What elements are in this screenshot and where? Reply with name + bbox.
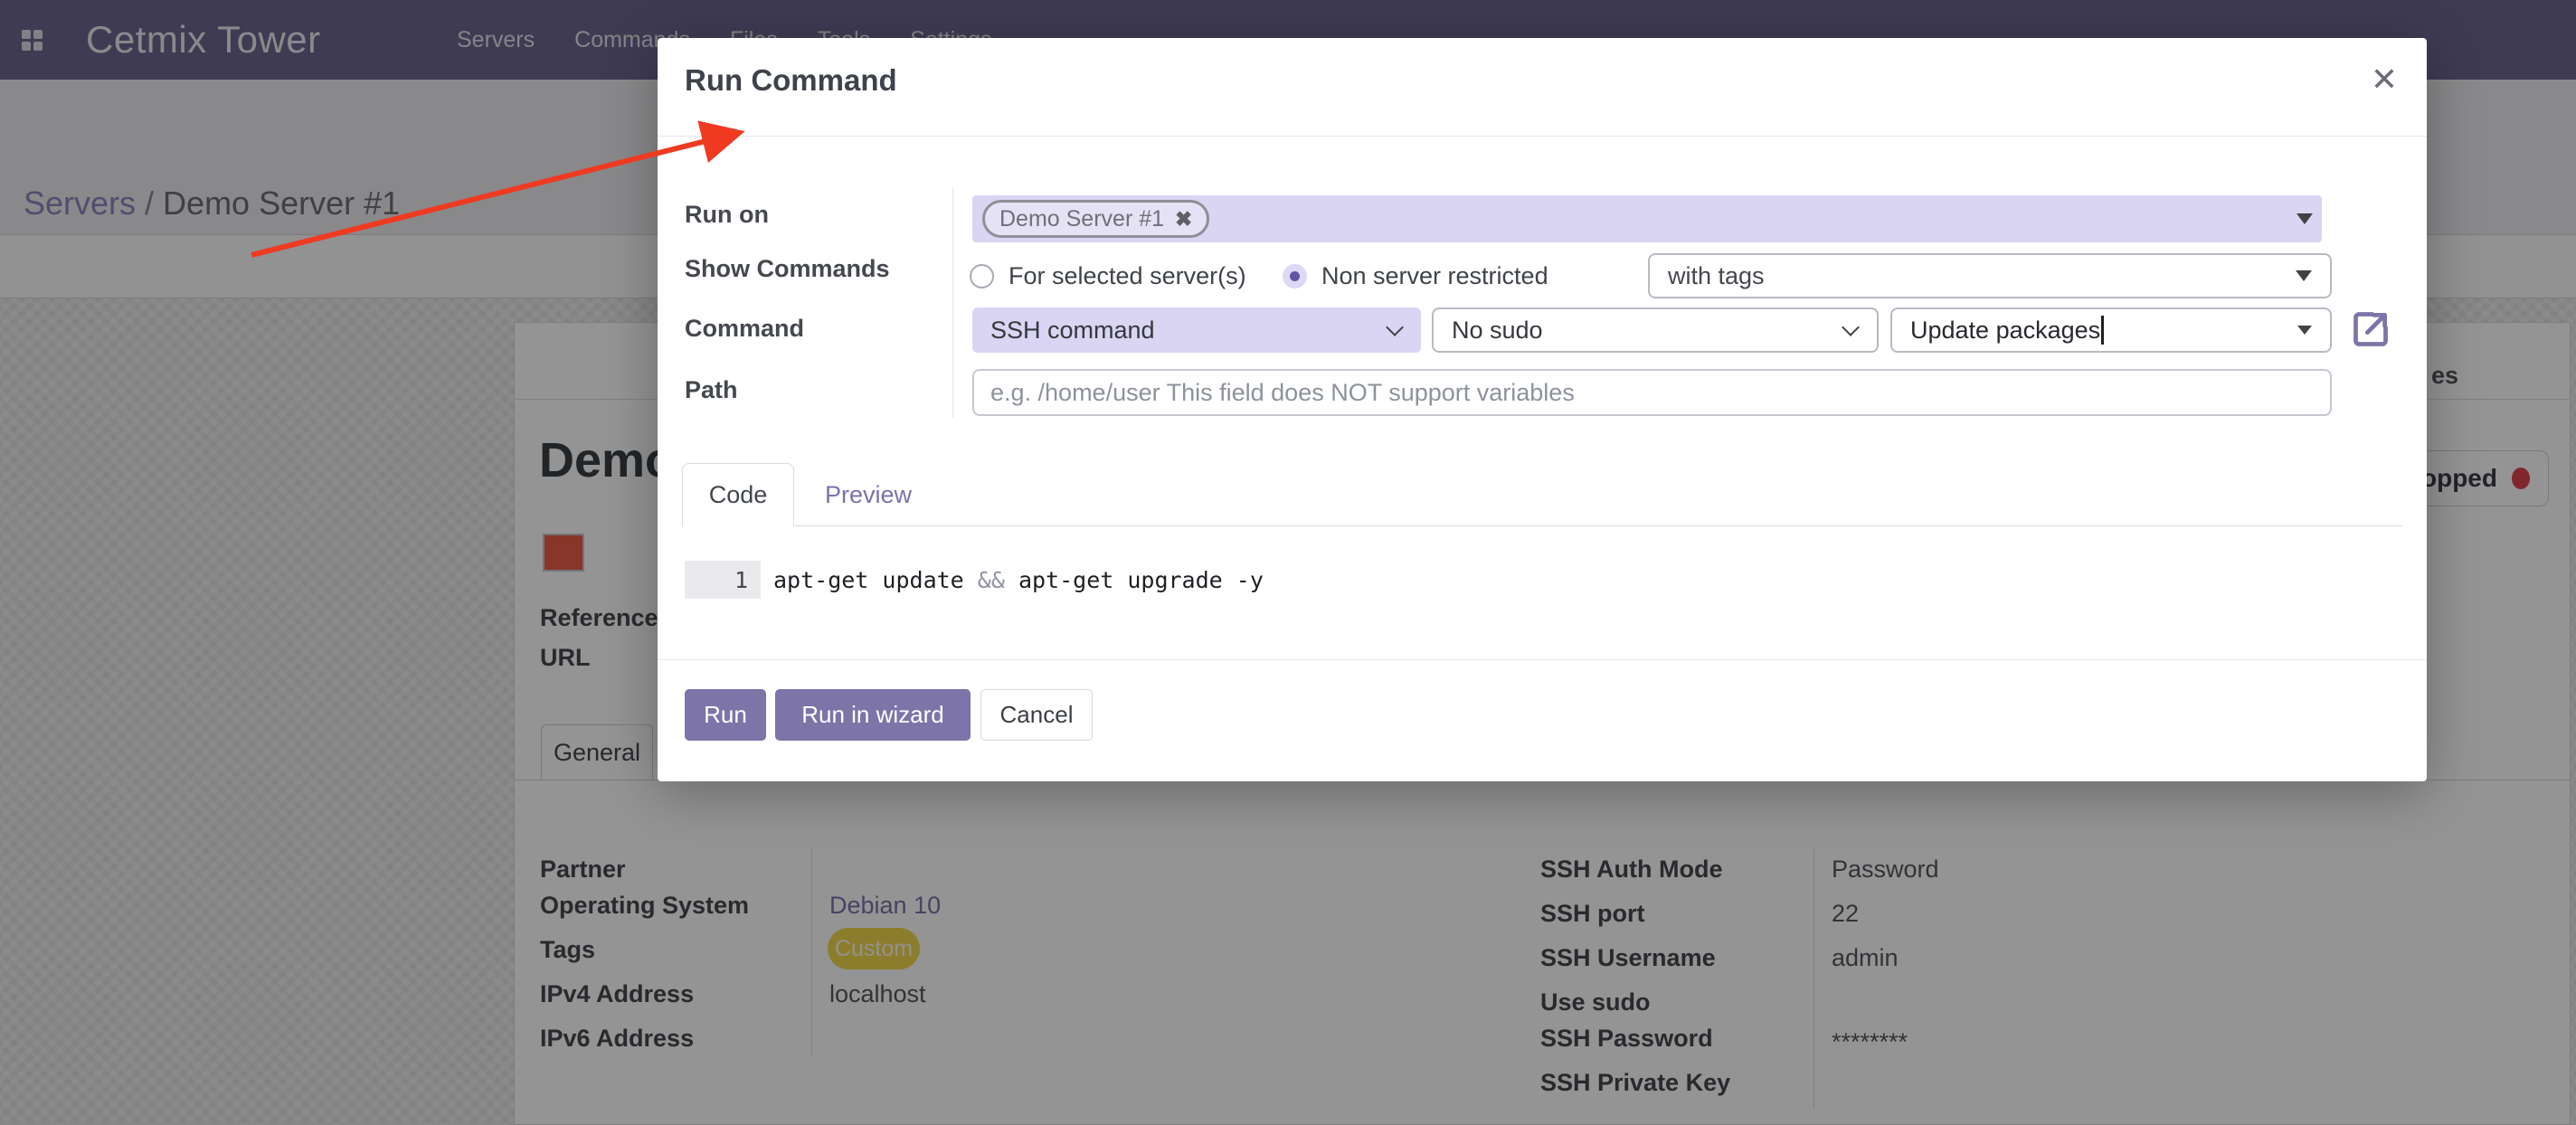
action-type-chevron-icon <box>1386 318 1404 336</box>
radio-non-server-restricted[interactable] <box>1283 264 1307 288</box>
close-icon[interactable]: ✕ <box>2363 58 2406 101</box>
remove-tag-icon[interactable]: ✖ <box>1175 207 1192 232</box>
command-name-combobox[interactable]: Update packages <box>1890 307 2332 353</box>
open-record-external-link-icon[interactable] <box>2351 309 2391 349</box>
run-in-wizard-button[interactable]: Run in wizard <box>775 689 971 741</box>
radio-for-selected-servers[interactable] <box>970 264 994 288</box>
label-column-divider <box>952 188 953 418</box>
active-tab-mask <box>683 525 793 527</box>
tab-code[interactable]: Code <box>682 463 794 526</box>
run-button[interactable]: Run <box>685 689 766 741</box>
radio-non-server-restricted-label[interactable]: Non server restricted <box>1321 262 1548 290</box>
command-label: Command <box>685 315 804 343</box>
run-on-tags-field[interactable]: Demo Server #1 ✖ <box>972 195 2322 242</box>
sudo-mode-select[interactable]: No sudo <box>1432 307 1879 353</box>
run-on-dropdown-caret-icon[interactable] <box>2297 213 2313 224</box>
server-tag-pill: Demo Server #1 ✖ <box>982 200 1209 238</box>
code-line-number: 1 <box>685 561 761 599</box>
run-command-dialog: Run Command ✕ Run on Demo Server #1 ✖ Sh… <box>658 38 2427 781</box>
dialog-title: Run Command <box>685 63 897 98</box>
dialog-header-divider <box>658 136 2427 137</box>
path-input[interactable] <box>972 369 2332 416</box>
app-window: Cetmix Tower Servers Commands Files Tool… <box>0 0 2576 1125</box>
code-editor-line[interactable]: apt-get update && apt-get upgrade -y <box>773 561 1264 599</box>
path-label: Path <box>685 376 738 404</box>
with-tags-select[interactable]: with tags <box>1648 253 2332 298</box>
tab-preview[interactable]: Preview <box>805 463 932 526</box>
dialog-footer-divider <box>658 659 2427 660</box>
tab-bottom-border <box>682 525 2402 526</box>
server-tag-label: Demo Server #1 <box>999 206 1164 232</box>
code-operator: && <box>978 567 1005 593</box>
cancel-button[interactable]: Cancel <box>980 689 1093 741</box>
show-commands-label: Show Commands <box>685 255 890 283</box>
with-tags-caret-icon <box>2296 270 2312 281</box>
run-on-label: Run on <box>685 201 769 229</box>
text-cursor <box>2101 316 2104 345</box>
radio-for-selected-servers-label[interactable]: For selected server(s) <box>1009 262 1246 290</box>
action-type-select[interactable]: SSH command <box>972 307 1421 353</box>
command-name-caret-icon <box>2297 326 2312 335</box>
sudo-mode-chevron-icon <box>1842 318 1860 336</box>
